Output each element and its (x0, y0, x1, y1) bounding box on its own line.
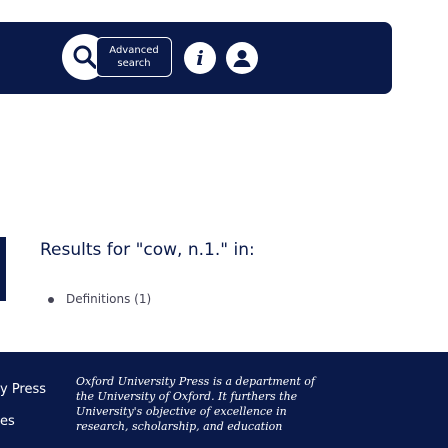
footer-nav-item-press[interactable]: y Press (0, 382, 46, 397)
user-button[interactable] (226, 42, 258, 74)
advanced-search-button[interactable]: Advanced search (96, 37, 172, 77)
footer-text-line: University's objective of excellence in (76, 405, 287, 418)
advanced-search-label-line2: search (117, 58, 151, 69)
info-button[interactable]: i (184, 42, 216, 74)
info-icon: i (196, 46, 204, 70)
search-icon (73, 45, 97, 69)
header-bar: Advanced search i (0, 22, 392, 94)
footer-nav-item[interactable]: es (0, 414, 15, 429)
footer-text-line: research, scholarship, and education (76, 420, 283, 433)
list-item: Definitions (1) (48, 292, 151, 306)
user-icon (233, 50, 251, 67)
left-accent-stripe (0, 237, 6, 301)
site-header: Advanced search i (0, 0, 448, 98)
results-heading: Results for "cow, n.1." in: (40, 240, 255, 260)
footer-text-line: the University of Oxford. It furthers th… (76, 390, 298, 403)
site-footer: y Press es Oxford University Press is a … (0, 352, 448, 448)
advanced-search-label-line1: Advanced (109, 45, 159, 56)
definitions-link[interactable]: Definitions (1) (66, 292, 151, 306)
footer-description: Oxford University Press is a department … (76, 374, 436, 434)
results-list: Definitions (1) (48, 292, 151, 306)
footer-text-line: Oxford University Press is a department … (76, 375, 315, 388)
